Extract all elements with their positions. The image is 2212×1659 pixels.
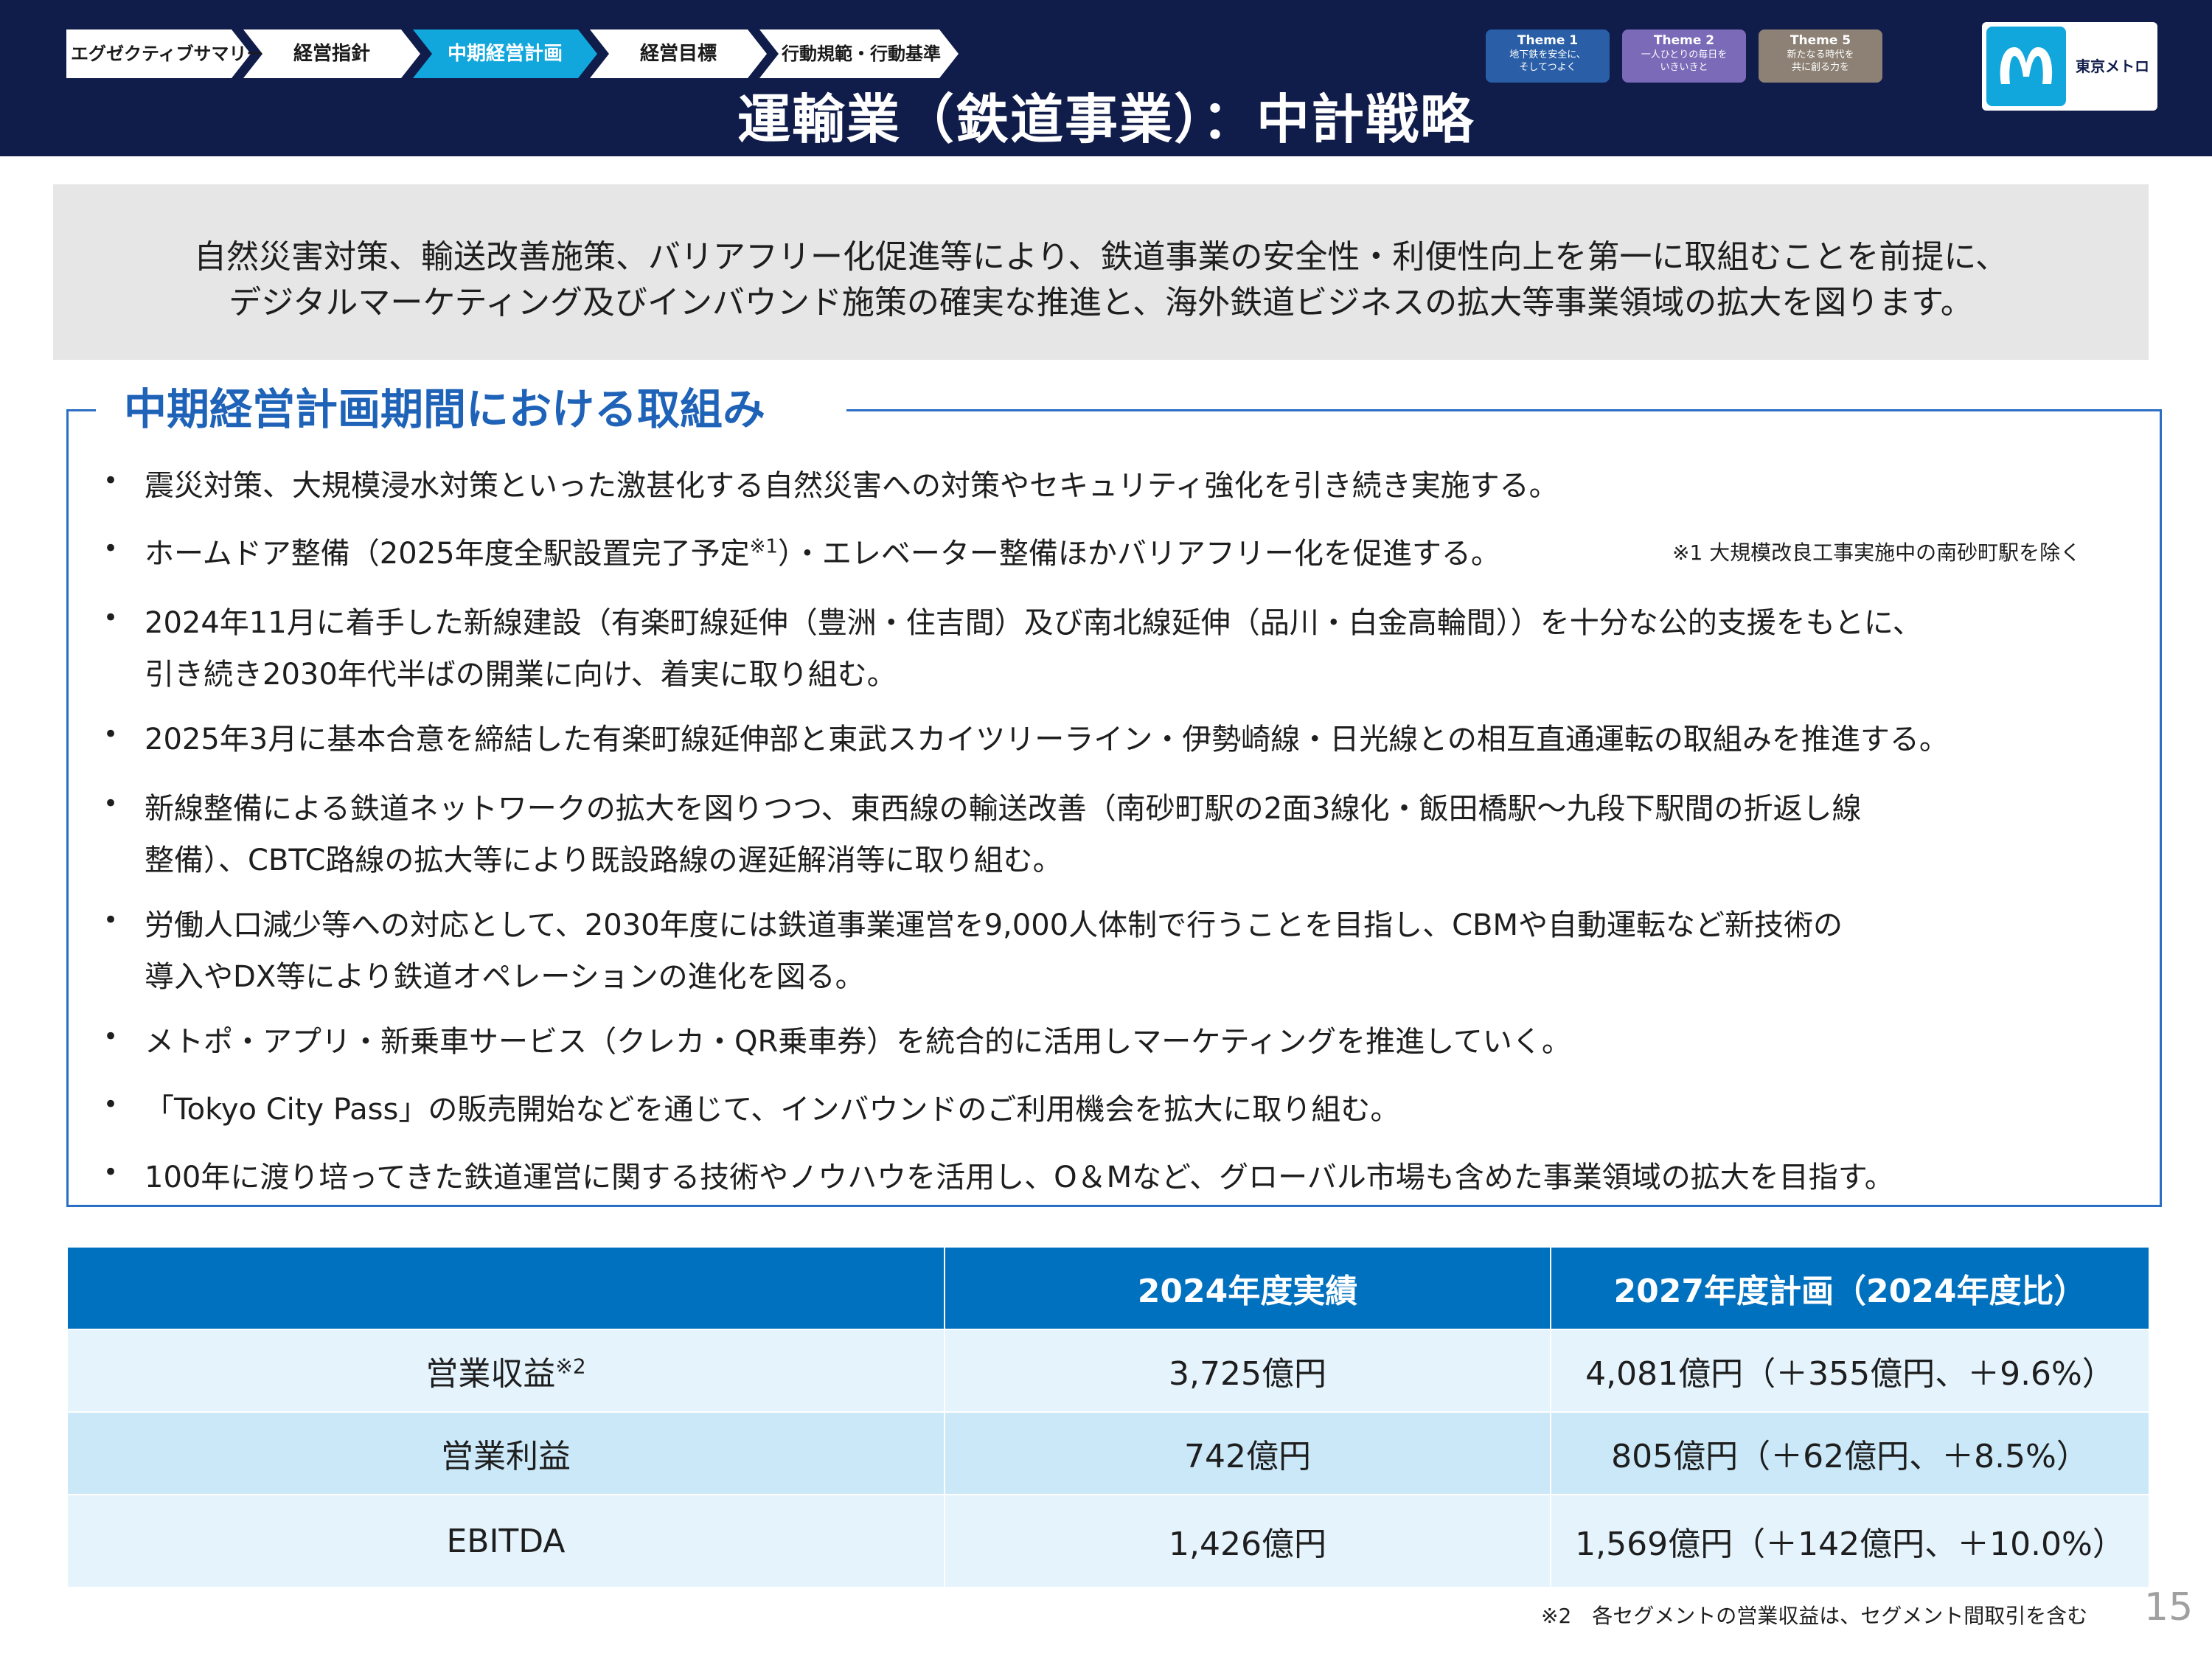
- footnote-ref-1: ※1: [749, 535, 778, 558]
- financial-table: 2024年度実績 2027年度計画（2024年度比） 営業収益※2 3,725億…: [66, 1246, 2150, 1588]
- bullet-icon: •: [103, 534, 119, 563]
- bullet-2-text-post: ）・エレベーター整備ほかバリアフリー化を促進する。: [777, 537, 1500, 571]
- bullet-5-line-1: 新線整備による鉄道ネットワークの拡大を図りつつ、東西線の輸送改善（南砂町駅の2面…: [145, 792, 1862, 826]
- table-header-row: 2024年度実績 2027年度計画（2024年度比）: [66, 1246, 2150, 1330]
- row-label-operating-revenue: 営業収益※2: [66, 1329, 945, 1413]
- breadcrumb-nav: エグゼクティブサマリー 経営指針 中期経営計画 経営目標 行動規範・行動基準: [66, 29, 995, 78]
- nav-step-label: 中期経営計画: [447, 43, 563, 65]
- table-header-cell-empty: [66, 1246, 945, 1330]
- initiatives-title: 中期経営計画期間における取組み: [124, 384, 766, 434]
- theme-text: 地下鉄を安全に、: [1509, 49, 1586, 60]
- theme-name: Theme 1: [1517, 33, 1579, 48]
- row-actual-value: 1,426億円: [944, 1494, 1551, 1588]
- row-label-text: 営業収益: [425, 1355, 556, 1393]
- nav-step-label: エグゼクティブサマリー: [71, 44, 265, 64]
- bullet-icon: •: [103, 905, 119, 935]
- bullet-icon: •: [103, 720, 119, 749]
- footnote-ref-2: ※2: [555, 1354, 586, 1379]
- theme-name: Theme 5: [1790, 33, 1851, 48]
- table-row: 営業収益※2 3,725億円 4,081億円（＋355億円、＋9.6%）: [66, 1329, 2150, 1413]
- bullet-6-line-1: 労働人口減少等への対応として、2030年度には鉄道事業運営を9,000人体制で行…: [145, 908, 1843, 942]
- table-row: EBITDA 1,426億円 1,569億円（＋142億円、＋10.0%）: [66, 1494, 2150, 1588]
- bullet-icon: •: [103, 789, 119, 818]
- row-label-operating-income: 営業利益: [66, 1411, 945, 1495]
- bullet-icon: •: [103, 1158, 119, 1187]
- bullet-icon: •: [103, 1090, 119, 1119]
- row-actual-value: 742億円: [944, 1411, 1551, 1495]
- theme-text: 一人ひとりの毎日を: [1641, 49, 1728, 60]
- bullet-7-text: メトポ・アプリ・新乗車サービス（クレカ・QR乗車券）を統合的に活用しマーケティン…: [145, 1025, 1571, 1059]
- page-title: 運輸業（鉄道事業）：中計戦略: [737, 88, 1475, 150]
- intro-box: 自然災害対策、輸送改善施策、バリアフリー化促進等により、鉄道事業の安全性・利便性…: [53, 184, 2149, 360]
- row-plan-value: 1,569億円（＋142億円、＋10.0%）: [1550, 1494, 2150, 1588]
- theme-text: 共に創る力を: [1791, 62, 1849, 73]
- nav-step-executive-summary[interactable]: エグゼクティブサマリー: [66, 29, 265, 78]
- theme-text: いきいきと: [1660, 62, 1708, 73]
- bullet-6-line-2: 導入やDX等により鉄道オペレーションの進化を図る。: [145, 960, 865, 994]
- bullet-icon: •: [103, 1022, 119, 1051]
- intro-line-2: デジタルマーケティング及びインバウンド施策の確実な推進と、海外鉄道ビジネスの拡大…: [229, 284, 1973, 321]
- nav-step-label: 経営目標: [639, 43, 717, 65]
- table-header-actual: 2024年度実績: [944, 1246, 1551, 1330]
- bullet-1-text: 震災対策、大規模浸水対策といった激甚化する自然災害への対策やセキュリティ強化を引…: [145, 469, 1559, 503]
- footnote-2: ※2 各セグメントの営業収益は、セグメント間取引を含む: [1541, 1604, 2088, 1628]
- row-actual-value: 3,725億円: [944, 1329, 1551, 1413]
- theme-badge-1: Theme 1 地下鉄を安全に、 そしてつよく: [1486, 29, 1610, 83]
- nav-step-label: 行動規範・行動基準: [782, 44, 941, 64]
- bullet-2-text-pre: ホームドア整備（2025年度全駅設置完了予定: [145, 537, 750, 571]
- theme-name: Theme 2: [1653, 33, 1715, 48]
- row-plan-value: 805億円（＋62億円、＋8.5%）: [1550, 1411, 2150, 1495]
- bullet-5-line-2: 整備）、CBTC路線の拡大等により既設路線の遅延解消等に取り組む。: [145, 844, 1062, 877]
- nav-step-management-targets[interactable]: 経営目標: [590, 29, 767, 78]
- intro-line-1: 自然災害対策、輸送改善施策、バリアフリー化促進等により、鉄道事業の安全性・利便性…: [193, 238, 2008, 276]
- bullet-icon: •: [103, 466, 119, 495]
- nav-step-code-of-conduct[interactable]: 行動規範・行動基準: [759, 29, 959, 78]
- theme-text: 新たなる時代を: [1787, 49, 1854, 60]
- bullet-icon: •: [103, 603, 119, 633]
- table-row: 営業利益 742億円 805億円（＋62億円、＋8.5%）: [66, 1411, 2150, 1495]
- theme-text: そしてつよく: [1519, 62, 1576, 73]
- bullet-8-text: 「Tokyo City Pass」の販売開始などを通じて、インバウンドのご利用機…: [145, 1093, 1400, 1127]
- row-plan-value: 4,081億円（＋355億円、＋9.6%）: [1550, 1329, 2150, 1413]
- bullet-2-text: ホームドア整備（2025年度全駅設置完了予定※1）・エレベーター整備ほかバリアフ…: [145, 529, 1500, 572]
- theme-badge-5: Theme 5 新たなる時代を 共に創る力を: [1759, 29, 1882, 83]
- bullet-9-text: 100年に渡り培ってきた鉄道運営に関する技術やノウハウを活用し、O＆Mなど、グロ…: [145, 1161, 1894, 1194]
- page-number: 15: [2144, 1585, 2194, 1630]
- table-header-plan: 2027年度計画（2024年度比）: [1550, 1246, 2150, 1330]
- bullet-3-line-2: 引き続き2030年代半ばの開業に向け、着実に取り組む。: [145, 658, 897, 692]
- theme-badge-2: Theme 2 一人ひとりの毎日を いきいきと: [1622, 29, 1746, 83]
- row-label-ebitda: EBITDA: [66, 1494, 945, 1588]
- bullet-4-text: 2025年3月に基本合意を締結した有楽町線延伸部と東武スカイツリーライン・伊勢崎…: [145, 723, 1949, 757]
- nav-step-management-policy[interactable]: 経営指針: [243, 29, 420, 78]
- header-bar: エグゼクティブサマリー 経営指針 中期経営計画 経営目標 行動規範・行動基準 T…: [0, 0, 2212, 156]
- bullet-3-line-1: 2024年11月に着手した新線建設（有楽町線延伸（豊洲・住吉間）及び南北線延伸（…: [145, 606, 1922, 640]
- nav-step-midterm-plan[interactable]: 中期経営計画: [413, 29, 597, 78]
- nav-step-label: 経営指針: [293, 43, 370, 65]
- footnote-1: ※1 大規模改良工事実施中の南砂町駅を除く: [1672, 540, 2081, 565]
